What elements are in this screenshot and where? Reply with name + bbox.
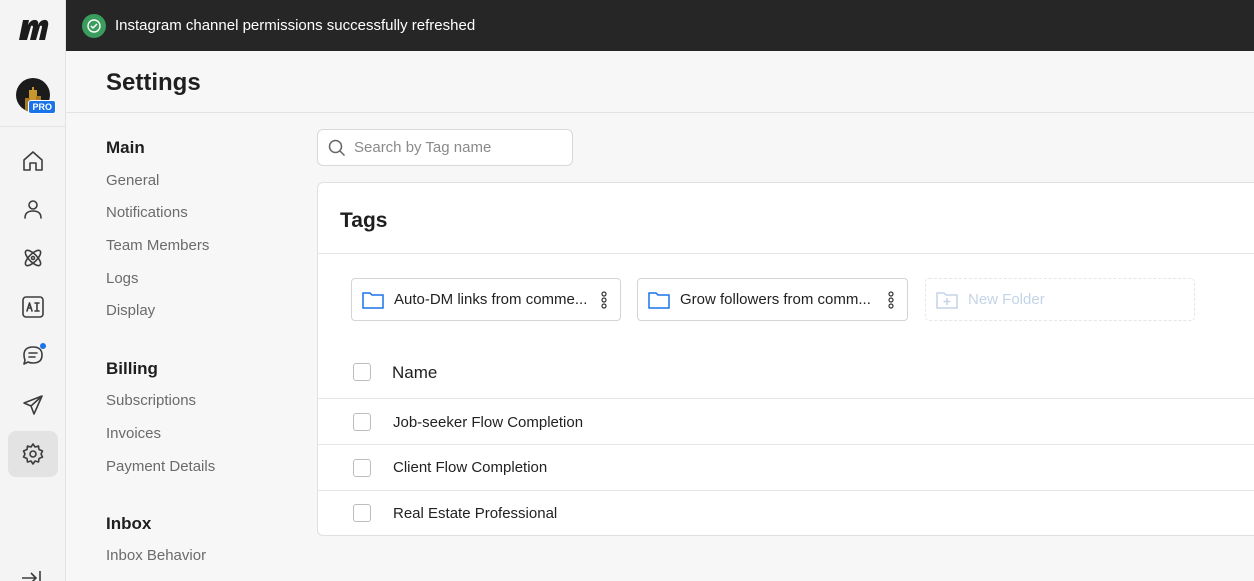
- expand-icon: [22, 571, 41, 581]
- page-header: Settings: [66, 51, 1254, 113]
- nav-item-notifications[interactable]: Notifications: [106, 204, 188, 221]
- folder-icon: [648, 291, 670, 309]
- table-row-label[interactable]: Job-seeker Flow Completion: [393, 414, 583, 431]
- nav-broadcast[interactable]: [8, 382, 58, 428]
- nav-section-inbox: Inbox: [106, 514, 152, 533]
- app-logo[interactable]: [14, 14, 52, 44]
- nav-chat[interactable]: [8, 333, 58, 379]
- nav-item-display[interactable]: Display: [106, 302, 155, 319]
- home-icon: [23, 151, 43, 171]
- row-checkbox[interactable]: [353, 504, 371, 522]
- nav-home[interactable]: [8, 138, 58, 184]
- panel-divider: [318, 253, 1254, 254]
- nav-item-logs[interactable]: Logs: [106, 270, 139, 287]
- page-title: Settings: [106, 69, 201, 96]
- nav-item-general[interactable]: General: [106, 172, 159, 189]
- column-header-name[interactable]: Name: [392, 363, 437, 383]
- nav-ai[interactable]: [8, 284, 58, 330]
- nav-item-inbox-behavior[interactable]: Inbox Behavior: [106, 547, 206, 564]
- nav-item-invoices[interactable]: Invoices: [106, 425, 161, 442]
- more-options-icon[interactable]: [600, 291, 608, 309]
- account-avatar[interactable]: PRO: [16, 78, 56, 114]
- logo-icon: [19, 19, 49, 40]
- collapse-sidebar-button[interactable]: [20, 568, 44, 581]
- toast-message: Instagram channel permissions successful…: [115, 17, 476, 34]
- row-divider: [318, 398, 1254, 399]
- left-rail: PRO: [0, 0, 66, 581]
- success-toast: Instagram channel permissions successful…: [66, 0, 1254, 51]
- nav-item-subscriptions[interactable]: Subscriptions: [106, 392, 196, 409]
- folder-auto-dm[interactable]: Auto-DM links from comme...: [351, 278, 621, 321]
- settings-icon: [22, 443, 44, 465]
- search-input[interactable]: [354, 139, 554, 156]
- nav-automation[interactable]: [8, 235, 58, 281]
- nav-contacts[interactable]: [8, 186, 58, 232]
- nav-item-team-members[interactable]: Team Members: [106, 237, 209, 254]
- rail-divider: [0, 126, 65, 127]
- nav-section-main: Main: [106, 138, 145, 157]
- folder-plus-icon: [936, 291, 958, 309]
- nav-section-billing: Billing: [106, 359, 158, 378]
- folder-label: Grow followers from comm...: [680, 291, 871, 308]
- folder-icon: [362, 291, 384, 309]
- table-row-label[interactable]: Real Estate Professional: [393, 505, 557, 522]
- new-folder-label: New Folder: [968, 291, 1045, 308]
- folder-grow-followers[interactable]: Grow followers from comm...: [637, 278, 908, 321]
- success-check-icon: [82, 13, 106, 38]
- table-row-label[interactable]: Client Flow Completion: [393, 459, 547, 476]
- pro-badge: PRO: [28, 100, 56, 114]
- contacts-icon: [24, 200, 42, 219]
- broadcast-icon: [23, 395, 43, 415]
- more-options-icon[interactable]: [887, 291, 895, 309]
- tags-panel: Tags Auto-DM links from comme... Grow fo…: [317, 182, 1254, 536]
- select-all-checkbox[interactable]: [353, 363, 371, 381]
- row-checkbox[interactable]: [353, 459, 371, 477]
- chat-notification-dot: [40, 343, 46, 349]
- folder-label: Auto-DM links from comme...: [394, 291, 588, 308]
- row-divider: [318, 490, 1254, 491]
- search-icon: [328, 139, 346, 156]
- nav-settings[interactable]: [8, 431, 58, 477]
- tag-search[interactable]: [317, 129, 573, 166]
- row-checkbox[interactable]: [353, 413, 371, 431]
- automation-icon: [24, 249, 42, 267]
- ai-icon: [22, 296, 44, 318]
- nav-item-payment-details[interactable]: Payment Details: [106, 458, 215, 475]
- new-folder-button[interactable]: New Folder: [925, 278, 1195, 321]
- row-divider: [318, 444, 1254, 445]
- tags-title: Tags: [340, 209, 388, 232]
